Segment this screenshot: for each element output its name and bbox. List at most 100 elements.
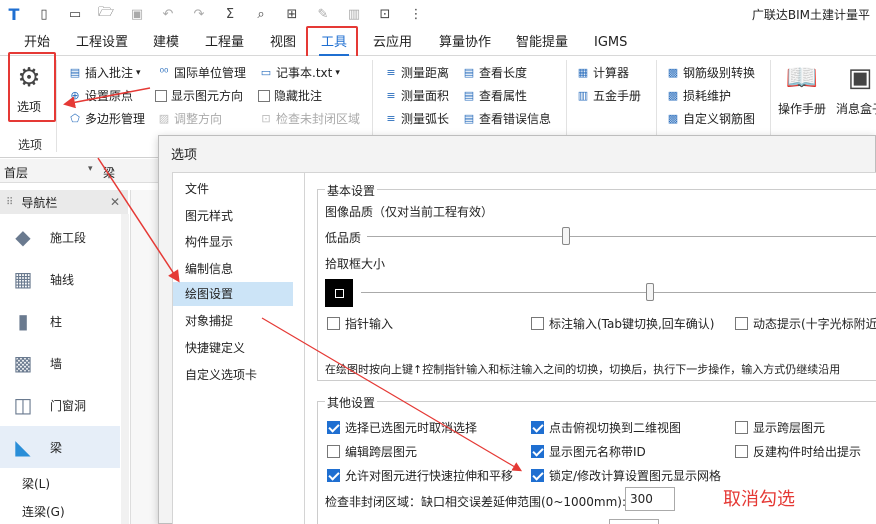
save-icon[interactable]: ▣ (126, 4, 148, 24)
intl-unit-button[interactable]: ⁰⁰ 国际单位管理 (157, 64, 246, 81)
tab-smart-extract[interactable]: 智能提量 (514, 30, 570, 56)
tab-view[interactable]: 视图 (268, 30, 298, 56)
quick-stretch-checkbox[interactable]: 允许对图元进行快速拉伸和平移 (327, 467, 513, 484)
select-icon[interactable]: ⊡ (374, 4, 396, 24)
hide-comment-label: 隐藏批注 (274, 89, 323, 103)
close-icon[interactable]: ✕ (110, 195, 120, 209)
undo-icon[interactable]: ↶ (157, 4, 179, 24)
measure-area-button[interactable]: ≡ 测量面积 (384, 87, 449, 104)
adjust-direction-button[interactable]: ▨ 调整方向 (157, 110, 222, 127)
show-name-id-checkbox[interactable]: 显示图元名称带ID (531, 443, 646, 460)
deselect-selected-checkbox[interactable]: 选择已选图元时取消选择 (327, 419, 477, 436)
pointer-input-checkbox[interactable]: 指针输入 (327, 315, 393, 332)
low-quality-label: 低品质 (325, 231, 362, 245)
check-open-area-label: 检查未封闭区域 (276, 112, 361, 126)
tools-tab-highlight (306, 26, 358, 58)
extend-range-input[interactable]: 300 (625, 487, 675, 511)
floor-dropdown-icon[interactable]: ▾ (88, 164, 93, 174)
polygon-icon: ⬠ (70, 111, 80, 125)
dialog-nav-object-snap[interactable]: 对象捕捉 (173, 309, 305, 333)
grid-search-icon[interactable]: ⊞ (281, 4, 303, 24)
new-file-icon[interactable]: ▯ (33, 4, 55, 24)
check-open-area-button[interactable]: ⊡ 检查未封闭区域 (259, 110, 360, 127)
nav-item-wall[interactable]: ▩ 墙 (0, 342, 120, 384)
pointer-input-label: 指针输入 (345, 317, 394, 331)
column-icon[interactable]: ▥ (343, 4, 365, 24)
calculator-icon: ▦ (577, 65, 589, 79)
column-icon: ▮ (17, 309, 29, 333)
notepad-button[interactable]: ▭ 记事本.txt ▾ (259, 64, 340, 81)
show-cross-floor-checkbox[interactable]: 显示跨层图元 (735, 419, 825, 436)
pick-box-track (361, 292, 876, 293)
dialog-nav-file[interactable]: 文件 (173, 177, 305, 201)
dialog-nav-compile-info[interactable]: 编制信息 (173, 257, 305, 281)
pick-box-label: 拾取框大小 (325, 257, 386, 271)
nav-item-label: 门窗洞 (50, 398, 87, 413)
tab-collaboration[interactable]: 算量协作 (437, 30, 493, 56)
view-length-button[interactable]: ▤ 查看长度 (462, 64, 527, 81)
other-settings-legend: 其他设置 (325, 394, 378, 411)
tab-cloud[interactable]: 云应用 (371, 30, 414, 56)
custom-rebar-button[interactable]: ▩ 自定义钢筋图 (666, 110, 755, 127)
loss-maintain-label: 损耗维护 (683, 89, 732, 103)
nav-item-axis[interactable]: ▦ 轴线 (0, 258, 120, 300)
hide-comment-checkbox[interactable]: 隐藏批注 (258, 87, 322, 104)
open-icon[interactable]: 🗁 (95, 4, 117, 24)
tab-igms[interactable]: IGMS (592, 30, 629, 56)
origin-icon: ⊕ (70, 88, 80, 102)
comment-icon: ▤ (69, 65, 81, 79)
measure-distance-button[interactable]: ≡ 测量距离 (384, 64, 449, 81)
tab-modeling[interactable]: 建模 (151, 30, 181, 56)
rebar-grade-label: 钢筋级别转换 (683, 66, 756, 80)
tab-project-settings[interactable]: 工程设置 (74, 30, 130, 56)
component-select[interactable]: 梁 (103, 164, 115, 181)
find-icon[interactable]: ⌕ (250, 4, 272, 24)
measure-arc-button[interactable]: ≡ 测量弧长 (384, 110, 449, 127)
tab-quantity[interactable]: 工程量 (203, 30, 246, 56)
insert-comment-button[interactable]: ▤ 插入批注 ▾ (68, 64, 141, 81)
nav-item-beam[interactable]: ◣ 梁 (0, 426, 120, 468)
quick-access-bar: T ▯ ▭ 🗁 ▣ ↶ ↷ Σ ⌕ ⊞ ✎ ▥ ⊡ ⋮ 广联达BIM土建计量平 (0, 0, 876, 28)
floor-select[interactable]: 首层 (4, 164, 28, 181)
polygon-manage-button[interactable]: ⬠ 多边形管理 (68, 110, 145, 127)
dialog-nav-custom-tab[interactable]: 自定义选项卡 (173, 363, 305, 387)
nav-scrollbar[interactable] (121, 214, 129, 524)
hardware-manual-button[interactable]: ▥ 五金手册 (576, 87, 641, 104)
view-props-button[interactable]: ▤ 查看属性 (462, 87, 527, 104)
calculator-button[interactable]: ▦ 计算器 (576, 64, 629, 81)
more-icon[interactable]: ⋮ (405, 4, 427, 24)
nav-item-column[interactable]: ▮ 柱 (0, 300, 120, 342)
message-box-button[interactable]: ▣ 消息盒子 (836, 62, 876, 117)
lock-grid-checkbox[interactable]: 锁定/修改计算设置图元显示网格 (531, 467, 721, 484)
show-direction-checkbox[interactable]: 显示图元方向 (155, 87, 243, 104)
redo-icon[interactable]: ↷ (188, 4, 210, 24)
edit-cross-floor-checkbox[interactable]: 编辑跨层图元 (327, 443, 417, 460)
unit-icon: ⁰⁰ (159, 65, 169, 79)
blank-icon[interactable]: ▭ (64, 4, 86, 24)
pick-box-slider[interactable] (646, 283, 654, 301)
dialog-nav-element-style[interactable]: 图元样式 (173, 204, 305, 228)
manual-button[interactable]: 📖 操作手册 (778, 62, 826, 117)
dialog-content-panel: 基本设置 图像品质（仅对当前工程有效） 低品质 拾取框大小 指针输入 标注输入(… (304, 172, 876, 524)
set-origin-button[interactable]: ⊕ 设置原点 (68, 87, 133, 104)
dim-input-checkbox[interactable]: 标注输入(Tab键切换,回车确认) (531, 315, 715, 332)
sub-item-beam-l[interactable]: 梁(L) (22, 475, 50, 492)
loss-maintain-button[interactable]: ▩ 损耗维护 (666, 87, 731, 104)
nav-item-door-window[interactable]: ◫ 门窗洞 (0, 384, 120, 426)
view-errors-button[interactable]: ▤ 查看错误信息 (462, 110, 551, 127)
image-quality-slider[interactable] (562, 227, 570, 245)
check-icon: ⊡ (261, 111, 271, 125)
dialog-nav-component-display[interactable]: 构件显示 (173, 230, 305, 254)
top-view-2d-checkbox[interactable]: 点击俯视切换到二维视图 (531, 419, 681, 436)
secondary-input[interactable] (609, 519, 659, 524)
pencil-icon[interactable]: ✎ (312, 4, 334, 24)
sum-icon[interactable]: Σ (219, 4, 241, 24)
dynamic-tip-checkbox[interactable]: 动态提示(十字光标附近 (735, 315, 876, 332)
nav-item-construction-section[interactable]: ◆ 施工段 (0, 216, 120, 258)
dialog-nav-drawing-settings[interactable]: 绘图设置 (173, 282, 293, 306)
sub-item-coupling-beam[interactable]: 连梁(G) (22, 503, 65, 520)
reverse-build-tip-checkbox[interactable]: 反建构件时给出提示 (735, 443, 861, 460)
txt-icon: ▭ (260, 65, 272, 79)
dialog-nav-shortcuts[interactable]: 快捷键定义 (173, 336, 305, 360)
rebar-grade-button[interactable]: ▩ 钢筋级别转换 (666, 64, 755, 81)
